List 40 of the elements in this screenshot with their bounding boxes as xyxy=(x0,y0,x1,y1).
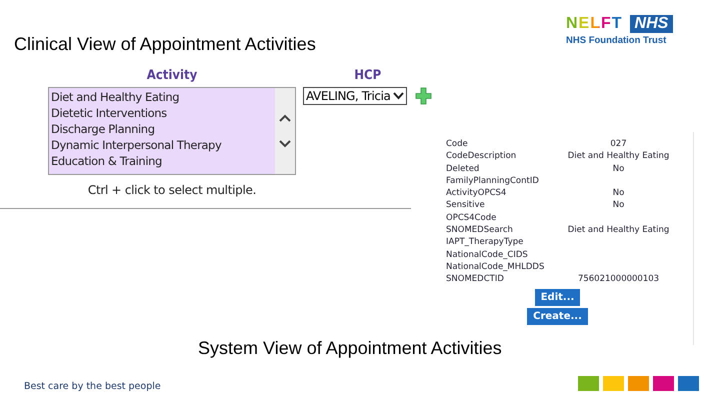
field-name: NationalCode_CIDS xyxy=(446,248,529,261)
create-button[interactable]: Create... xyxy=(527,308,588,325)
add-plus-icon[interactable] xyxy=(415,87,432,105)
caption: System View of Appointment Activities xyxy=(198,338,502,359)
field-value: Diet and Healthy Eating xyxy=(568,150,670,163)
field-name: Code xyxy=(446,138,469,150)
activity-label: Activity xyxy=(146,68,198,85)
field-name: FamilyPlanningContID xyxy=(446,174,540,188)
activity-option[interactable]: Discharge Planning xyxy=(51,121,273,137)
activity-listbox[interactable]: Diet and Healthy Eating Dietetic Interventions Discharge Planning Dynamic Interpersonal Therapy Education & Training xyxy=(48,87,296,175)
activity-option[interactable]: Education & Training xyxy=(51,153,273,169)
activity-option[interactable]: Diet and Healthy Eating xyxy=(51,89,273,105)
activity-option[interactable]: Dietetic Interventions xyxy=(51,105,273,121)
field-value: 756021000000103 xyxy=(578,273,660,286)
field-value: No xyxy=(612,187,624,200)
field-name: NationalCode_MHLDDS xyxy=(446,260,544,274)
field-name: SNOMEDCTID xyxy=(446,273,505,286)
footer-tagline: Best care by the best people xyxy=(24,381,161,392)
field-value: Diet and Healthy Eating xyxy=(568,224,670,236)
field-name: OPCS4Code xyxy=(446,212,498,224)
caret-icon[interactable] xyxy=(393,92,404,100)
activity-option[interactable]: Dynamic Interpersonal Therapy xyxy=(51,137,273,153)
logo-subtitle: NHS Foundation Trust xyxy=(566,35,666,46)
field-name: ActivityOPCS4 xyxy=(446,187,508,200)
field-value: 027 xyxy=(610,138,627,150)
scroll-down-icon[interactable] xyxy=(279,140,291,148)
nhs-badge: NHS xyxy=(630,15,674,33)
field-name: CodeDescription xyxy=(446,150,518,163)
multi-select-hint: Ctrl + click to select multiple. xyxy=(88,183,256,197)
field-name: Deleted xyxy=(446,162,480,175)
slide-title: Clinical View of Appointment Activities xyxy=(14,34,316,55)
scroll-up-icon[interactable] xyxy=(279,114,291,122)
field-name: SNOMEDSearch xyxy=(446,224,514,236)
field-value: No xyxy=(612,162,624,175)
field-name: IAPT_TherapyType xyxy=(446,236,524,249)
field-value: No xyxy=(612,199,624,212)
hcp-label: HCP xyxy=(354,68,382,85)
hcp-dropdown[interactable]: AVELING, Tricia xyxy=(303,87,408,105)
edit-button[interactable]: Edit... xyxy=(534,288,580,306)
field-name: Sensitive xyxy=(446,199,486,212)
